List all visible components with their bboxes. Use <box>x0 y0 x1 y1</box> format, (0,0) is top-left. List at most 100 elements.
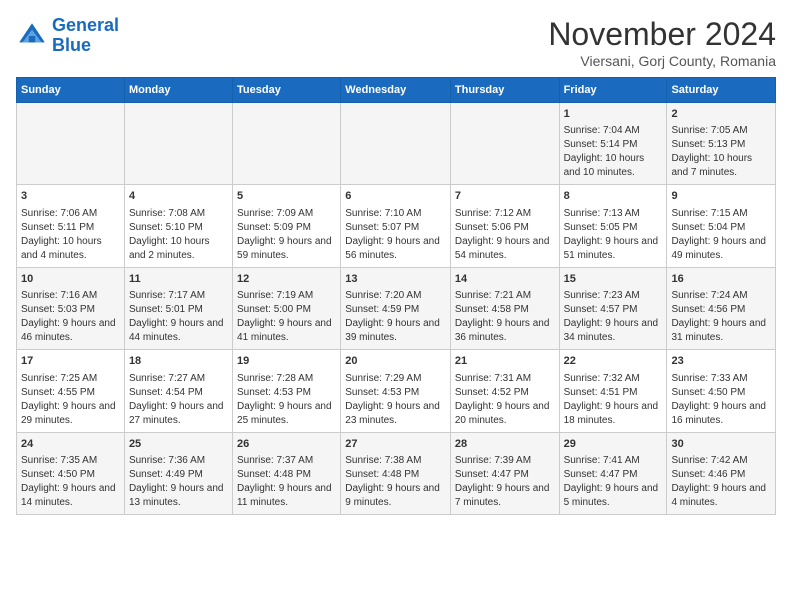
day-number: 18 <box>129 354 228 369</box>
day-number: 16 <box>671 272 771 287</box>
calendar-cell: 1 Sunrise: 7:04 AM Sunset: 5:14 PM Daylig… <box>559 103 667 185</box>
day-number: 30 <box>671 437 771 452</box>
day-number: 13 <box>345 272 446 287</box>
day-number: 26 <box>237 437 336 452</box>
day-info: Sunrise: 7:41 AM Sunset: 4:47 PM Dayligh… <box>564 455 659 508</box>
day-number: 24 <box>21 437 120 452</box>
logo-general: General <box>52 15 119 35</box>
day-number: 7 <box>455 189 555 204</box>
day-number: 27 <box>345 437 446 452</box>
calendar-cell <box>450 103 559 185</box>
calendar-cell: 5Sunrise: 7:09 AM Sunset: 5:09 PM Daylig… <box>233 185 341 267</box>
day-info: Sunrise: 7:32 AM Sunset: 4:51 PM Dayligh… <box>564 373 659 426</box>
location-subtitle: Viersani, Gorj County, Romania <box>548 53 776 69</box>
day-info: Sunrise: 7:33 AM Sunset: 4:50 PM Dayligh… <box>671 373 766 426</box>
calendar-cell: 6 Sunrise: 7:10 AM Sunset: 5:07 PM Daylig… <box>341 185 451 267</box>
calendar-cell: 29 Sunrise: 7:41 AM Sunset: 4:47 PM Dayli… <box>559 432 667 514</box>
day-info: Sunrise: 7:25 AM Sunset: 4:55 PM Dayligh… <box>21 373 116 426</box>
calendar-cell: 17 Sunrise: 7:25 AM Sunset: 4:55 PM Dayli… <box>17 350 125 432</box>
calendar-cell: 7 Sunrise: 7:12 AM Sunset: 5:06 PM Daylig… <box>450 185 559 267</box>
day-info: Sunrise: 7:29 AM Sunset: 4:53 PM Dayligh… <box>345 373 440 426</box>
day-info: Sunrise: 7:24 AM Sunset: 4:56 PM Dayligh… <box>671 290 766 343</box>
calendar-cell: 16 Sunrise: 7:24 AM Sunset: 4:56 PM Dayli… <box>667 267 776 349</box>
day-info: Sunrise: 7:42 AM Sunset: 4:46 PM Dayligh… <box>671 455 766 508</box>
col-header-saturday: Saturday <box>667 78 776 103</box>
calendar-cell: 30 Sunrise: 7:42 AM Sunset: 4:46 PM Dayli… <box>667 432 776 514</box>
day-info: Sunrise: 7:17 AM Sunset: 5:01 PM Dayligh… <box>129 290 224 343</box>
day-info: Sunrise: 7:36 AM Sunset: 4:49 PM Dayligh… <box>129 455 224 508</box>
day-number: 6 <box>345 189 446 204</box>
day-number: 22 <box>564 354 663 369</box>
day-number: 17 <box>21 354 120 369</box>
day-number: 21 <box>455 354 555 369</box>
calendar-cell: 18 Sunrise: 7:27 AM Sunset: 4:54 PM Dayli… <box>124 350 232 432</box>
calendar-week-1: 3 Sunrise: 7:06 AM Sunset: 5:11 PM Daylig… <box>17 185 776 267</box>
day-number: 29 <box>564 437 663 452</box>
day-number: 23 <box>671 354 771 369</box>
day-info: Sunrise: 7:27 AM Sunset: 4:54 PM Dayligh… <box>129 373 224 426</box>
calendar-cell: 14 Sunrise: 7:21 AM Sunset: 4:58 PM Dayli… <box>450 267 559 349</box>
col-header-friday: Friday <box>559 78 667 103</box>
day-info: Sunrise: 7:15 AM Sunset: 5:04 PM Dayligh… <box>671 208 766 261</box>
day-number: 8 <box>564 189 663 204</box>
day-info: Sunrise: 7:37 AM Sunset: 4:48 PM Dayligh… <box>237 455 332 508</box>
calendar-body: 1 Sunrise: 7:04 AM Sunset: 5:14 PM Daylig… <box>17 103 776 515</box>
day-number: 15 <box>564 272 663 287</box>
day-number: 11 <box>129 272 228 287</box>
day-info: Sunrise: 7:21 AM Sunset: 4:58 PM Dayligh… <box>455 290 550 343</box>
col-header-tuesday: Tuesday <box>233 78 341 103</box>
day-info: Sunrise: 7:28 AM Sunset: 4:53 PM Dayligh… <box>237 373 332 426</box>
title-block: November 2024 Viersani, Gorj County, Rom… <box>548 16 776 69</box>
calendar-cell <box>233 103 341 185</box>
logo-icon <box>16 20 48 52</box>
day-number: 2 <box>671 107 771 122</box>
day-number: 20 <box>345 354 446 369</box>
calendar-cell: 23 Sunrise: 7:33 AM Sunset: 4:50 PM Dayli… <box>667 350 776 432</box>
col-header-monday: Monday <box>124 78 232 103</box>
day-number: 12 <box>237 272 336 287</box>
col-header-thursday: Thursday <box>450 78 559 103</box>
calendar-week-2: 10Sunrise: 7:16 AM Sunset: 5:03 PM Dayli… <box>17 267 776 349</box>
calendar-cell: 25 Sunrise: 7:36 AM Sunset: 4:49 PM Dayli… <box>124 432 232 514</box>
day-info: Sunrise: 7:31 AM Sunset: 4:52 PM Dayligh… <box>455 373 550 426</box>
day-number: 3 <box>21 189 120 204</box>
calendar-cell: 15 Sunrise: 7:23 AM Sunset: 4:57 PM Dayli… <box>559 267 667 349</box>
calendar-table: SundayMondayTuesdayWednesdayThursdayFrid… <box>16 77 776 515</box>
day-number: 28 <box>455 437 555 452</box>
calendar-cell: 20 Sunrise: 7:29 AM Sunset: 4:53 PM Dayli… <box>341 350 451 432</box>
day-info: Sunrise: 7:04 AM Sunset: 5:14 PM Dayligh… <box>564 125 645 178</box>
calendar-cell: 24 Sunrise: 7:35 AM Sunset: 4:50 PM Dayli… <box>17 432 125 514</box>
calendar-cell <box>124 103 232 185</box>
calendar-cell <box>341 103 451 185</box>
day-number: 4 <box>129 189 228 204</box>
day-info: Sunrise: 7:35 AM Sunset: 4:50 PM Dayligh… <box>21 455 116 508</box>
day-number: 1 <box>564 107 663 122</box>
calendar-cell: 11 Sunrise: 7:17 AM Sunset: 5:01 PM Dayli… <box>124 267 232 349</box>
calendar-week-3: 17 Sunrise: 7:25 AM Sunset: 4:55 PM Dayli… <box>17 350 776 432</box>
calendar-cell: 13Sunrise: 7:20 AM Sunset: 4:59 PM Dayli… <box>341 267 451 349</box>
logo: General Blue <box>16 16 119 56</box>
day-info: Sunrise: 7:06 AM Sunset: 5:11 PM Dayligh… <box>21 208 102 261</box>
day-info: Sunrise: 7:16 AM Sunset: 5:03 PM Dayligh… <box>21 290 116 343</box>
day-number: 19 <box>237 354 336 369</box>
calendar-cell: 27 Sunrise: 7:38 AM Sunset: 4:48 PM Dayli… <box>341 432 451 514</box>
day-number: 9 <box>671 189 771 204</box>
day-number: 25 <box>129 437 228 452</box>
day-info: Sunrise: 7:12 AM Sunset: 5:06 PM Dayligh… <box>455 208 550 261</box>
day-info: Sunrise: 7:08 AM Sunset: 5:10 PM Dayligh… <box>129 208 210 261</box>
day-info: Sunrise: 7:10 AM Sunset: 5:07 PM Dayligh… <box>345 208 440 261</box>
calendar-cell: 28Sunrise: 7:39 AM Sunset: 4:47 PM Dayli… <box>450 432 559 514</box>
day-info: Sunrise: 7:38 AM Sunset: 4:48 PM Dayligh… <box>345 455 440 508</box>
calendar-cell: 9 Sunrise: 7:15 AM Sunset: 5:04 PM Daylig… <box>667 185 776 267</box>
calendar-cell: 4 Sunrise: 7:08 AM Sunset: 5:10 PM Daylig… <box>124 185 232 267</box>
calendar-week-4: 24 Sunrise: 7:35 AM Sunset: 4:50 PM Dayli… <box>17 432 776 514</box>
day-info: Sunrise: 7:05 AM Sunset: 5:13 PM Dayligh… <box>671 125 752 178</box>
col-header-wednesday: Wednesday <box>341 78 451 103</box>
day-info: Sunrise: 7:19 AM Sunset: 5:00 PM Dayligh… <box>237 290 332 343</box>
calendar-week-0: 1 Sunrise: 7:04 AM Sunset: 5:14 PM Daylig… <box>17 103 776 185</box>
page-header: General Blue November 2024 Viersani, Gor… <box>16 16 776 69</box>
day-info: Sunrise: 7:23 AM Sunset: 4:57 PM Dayligh… <box>564 290 659 343</box>
day-number: 14 <box>455 272 555 287</box>
logo-blue: Blue <box>52 35 91 55</box>
calendar-cell: 8Sunrise: 7:13 AM Sunset: 5:05 PM Daylig… <box>559 185 667 267</box>
